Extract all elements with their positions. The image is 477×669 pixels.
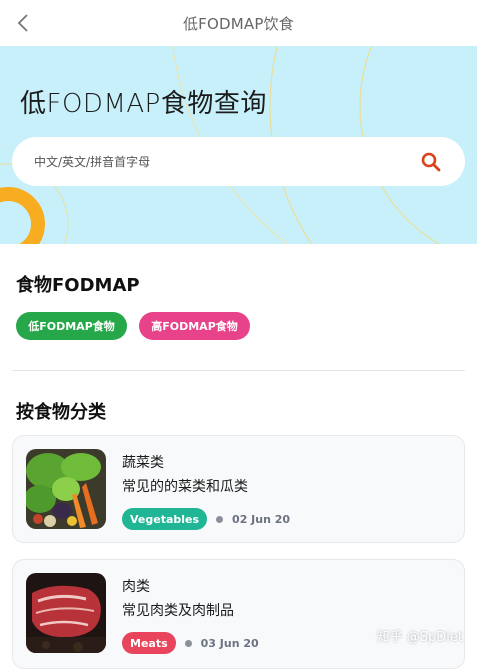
card-title: 蔬菜类 [122,455,164,471]
category-tag: Meats [122,632,176,654]
category-tag: Vegetables [122,508,208,530]
dot-separator [216,515,224,523]
card-description: 常见肉类及肉制品 [122,603,234,619]
nav-title: 低FODMAP饮食 [182,14,295,33]
card-title: 肉类 [122,579,150,595]
meat-photo [26,573,106,653]
fodmap-section-title: 食物FODMAP [16,275,140,296]
navbar: 低FODMAP饮食 [0,0,477,46]
card-date: 03 Jun 20 [200,636,259,650]
hero-title: 低FODMAP食物查询 [20,89,267,119]
category-card-vegetables[interactable]: 蔬菜类 常见的的菜类和瓜类 Vegetables 02 Jun 20 [12,435,465,543]
dot-separator [184,639,192,647]
divider [12,370,465,371]
low-fodmap-button[interactable]: 低FODMAP食物 [16,312,127,340]
category-section-title: 按食物分类 [16,402,106,423]
search-icon[interactable] [419,150,443,174]
hero-banner: 低FODMAP食物查询 [0,46,477,244]
high-fodmap-button[interactable]: 高FODMAP食物 [139,312,250,340]
card-description: 常见的的菜类和瓜类 [122,479,248,495]
chevron-left-icon[interactable] [10,9,36,37]
card-meta: Vegetables 02 Jun 20 [122,508,290,530]
card-meta: Meats 03 Jun 20 [122,632,259,654]
card-date: 02 Jun 20 [232,512,291,526]
category-card-meats[interactable]: 肉类 常见肉类及肉制品 Meats 03 Jun 20 [12,559,465,669]
vegetables-photo [26,449,106,529]
search-input[interactable] [34,154,419,169]
search-box[interactable] [12,137,465,186]
watermark: 知乎 @SpDiet [376,630,463,645]
